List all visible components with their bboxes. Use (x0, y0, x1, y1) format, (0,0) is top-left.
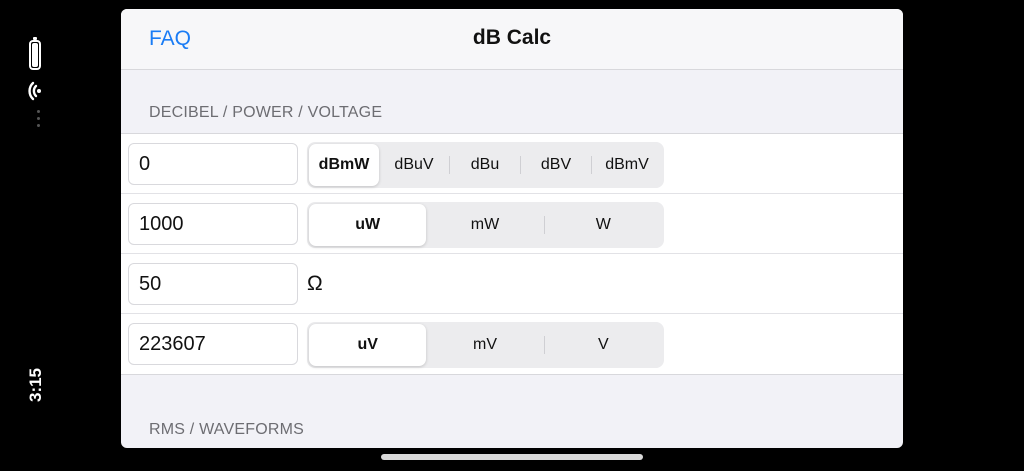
segment-dbmv[interactable]: dBmV (592, 144, 662, 186)
status-strip: 3:15 (0, 0, 72, 471)
home-indicator[interactable] (381, 454, 643, 460)
power-input[interactable]: 1000 (128, 203, 298, 245)
power-row: 1000 uW mW W (121, 194, 903, 254)
segment-dbv[interactable]: dBV (521, 144, 591, 186)
decibel-input[interactable]: 0 (128, 143, 298, 185)
voltage-row: 223607 uV mV V (121, 314, 903, 374)
segment-dbuv[interactable]: dBuV (379, 144, 449, 186)
segment-dbmw[interactable]: dBmW (309, 144, 379, 186)
voltage-unit-selector: uV mV V (307, 322, 664, 368)
ohm-unit-label: Ω (307, 272, 323, 295)
segment-w[interactable]: W (545, 204, 662, 246)
impedance-input[interactable]: 50 (128, 263, 298, 305)
wifi-icon (28, 81, 41, 101)
segment-mv[interactable]: mV (426, 324, 543, 366)
segment-v[interactable]: V (545, 324, 662, 366)
page-title: dB Calc (472, 26, 552, 49)
status-time: 3:15 (26, 367, 45, 403)
decibel-unit-selector: dBmW dBuV dBu dBV dBmV (307, 142, 664, 188)
segment-uw[interactable]: uW (309, 204, 427, 246)
impedance-row: 50 Ω (121, 254, 903, 314)
segment-uv[interactable]: uV (309, 324, 427, 366)
segment-dbu[interactable]: dBu (450, 144, 520, 186)
dots-indicator (37, 110, 41, 131)
segment-mw[interactable]: mW (426, 204, 543, 246)
decibel-row: 0 dBmW dBuV dBu dBV dBmV (121, 134, 903, 194)
navigation-bar: FAQ dB Calc (121, 9, 903, 70)
decibel-group: 0 dBmW dBuV dBu dBV dBmV 1000 uW mW W 50… (121, 133, 903, 375)
battery-icon (29, 37, 41, 70)
section-header-rms: RMS / WAVEFORMS (149, 421, 304, 438)
calculator-sheet: FAQ dB Calc DECIBEL / POWER / VOLTAGE 0 … (121, 9, 903, 448)
voltage-input[interactable]: 223607 (128, 323, 298, 365)
section-header-decibel: DECIBEL / POWER / VOLTAGE (149, 104, 383, 121)
power-unit-selector: uW mW W (307, 202, 664, 248)
